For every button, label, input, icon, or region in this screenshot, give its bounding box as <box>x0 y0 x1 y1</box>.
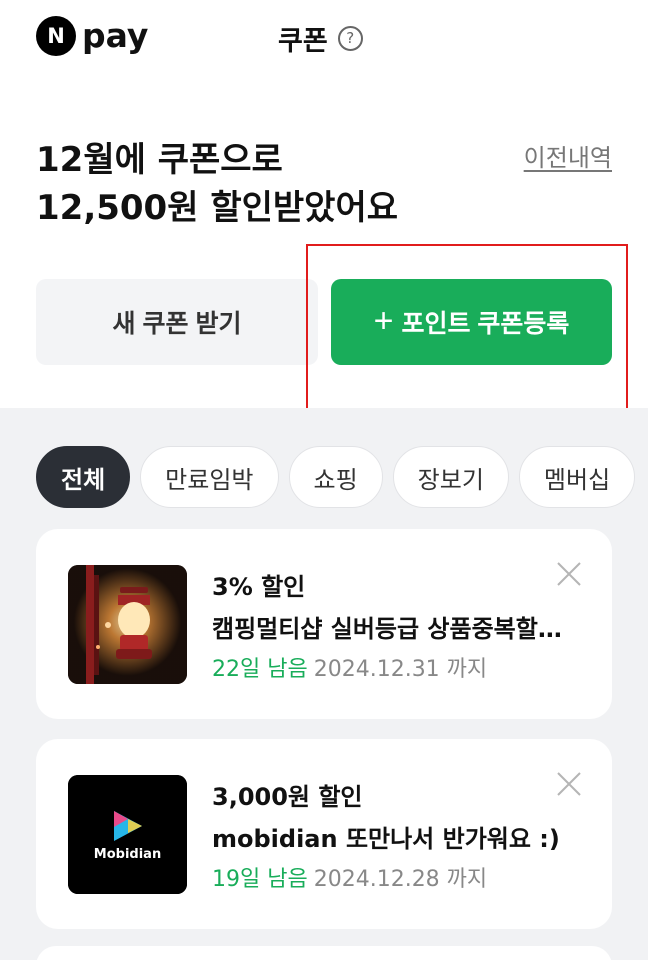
top-bar: N pay 쿠폰 ? <box>0 0 648 78</box>
coupon-card[interactable]: 3% 할인 캠핑멀티샵 실버등급 상품중복할인쿠폰 22일 남음 2024.12.… <box>36 529 612 719</box>
summary-line1: 12월에 쿠폰으로 <box>36 140 283 180</box>
help-icon[interactable]: ? <box>337 25 363 51</box>
coupon-card[interactable]: Mobidian 3,000원 할인 mobidian 또만나서 반가워요 :)… <box>36 739 612 929</box>
npay-logo-icon: N <box>36 16 76 56</box>
mobidian-logo-icon: Mobidian <box>68 775 187 894</box>
coupon-discount: 3,000원 할인 <box>212 783 363 811</box>
lantern-icon <box>68 565 187 684</box>
npay-logo[interactable]: N pay <box>36 16 148 56</box>
filter-chip-all[interactable]: 전체 <box>36 446 131 508</box>
page-title-group: 쿠폰 ? <box>278 20 363 57</box>
close-icon[interactable] <box>554 559 584 589</box>
npay-logo-text: pay <box>82 16 149 55</box>
coupon-validity: 19일 남음 2024.12.28 까지 <box>212 861 487 893</box>
summary-line2: 12,500원 할인받았어요 <box>36 188 398 228</box>
coupon-expiry-date: 2024.12.28 까지 <box>313 867 488 892</box>
page-title: 쿠폰 <box>278 25 328 57</box>
filter-chip-shopping[interactable]: 쇼핑 <box>288 446 383 508</box>
filter-chip-expiring[interactable]: 만료임박 <box>140 446 279 508</box>
coupon-name: 캠핑멀티샵 실버등급 상품중복할인쿠폰 <box>212 615 582 643</box>
filter-chips: 전체 만료임박 쇼핑 장보기 멤버십 <box>36 446 636 508</box>
coupon-card-partial[interactable] <box>36 946 612 960</box>
coupon-discount: 3% 할인 <box>212 573 306 601</box>
coupon-validity: 22일 남음 2024.12.31 까지 <box>212 651 487 683</box>
highlight-annotation-box <box>306 244 628 411</box>
close-icon[interactable] <box>554 769 584 799</box>
coupon-expiry-date: 2024.12.31 까지 <box>313 657 488 682</box>
filter-chip-membership[interactable]: 멤버십 <box>518 446 636 508</box>
get-new-coupon-button[interactable]: 새 쿠폰 받기 <box>36 279 318 365</box>
coupon-list-area: 전체 만료임박 쇼핑 장보기 멤버십 3% 할인 캠핑멀티샵 실버등급 상품중복… <box>0 408 648 960</box>
coupon-remaining-days: 19일 남음 <box>212 867 308 892</box>
filter-chip-grocery[interactable]: 장보기 <box>392 446 509 508</box>
mobidian-brand-text: Mobidian <box>94 847 161 862</box>
coupon-remaining-days: 22일 남음 <box>212 657 308 682</box>
discount-summary: 12월에 쿠폰으로 12,500원 할인받았어요 <box>36 136 496 232</box>
history-link[interactable]: 이전내역 <box>524 138 612 173</box>
coupon-name: mobidian 또만나서 반가워요 :) <box>212 825 560 853</box>
